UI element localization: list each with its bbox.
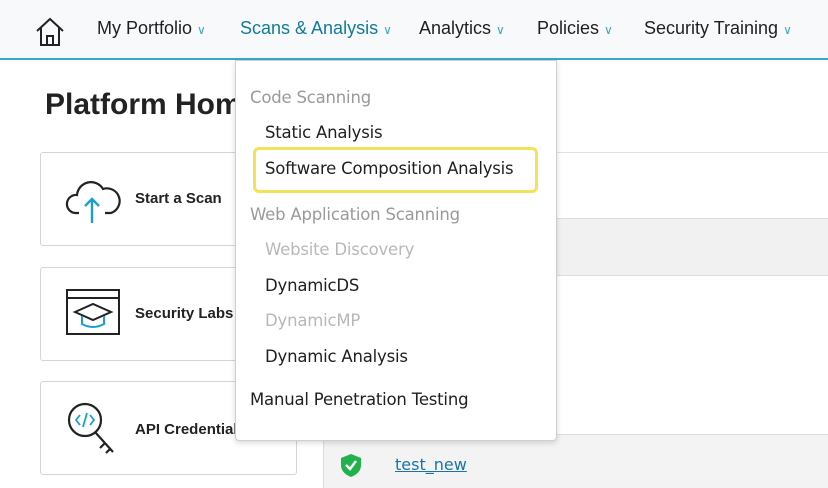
app-link[interactable]: test_new — [395, 455, 467, 474]
menu-item-manual-penetration-testing[interactable]: Manual Penetration Testing — [250, 390, 469, 409]
menu-item-dynamic-analysis[interactable]: Dynamic Analysis — [265, 347, 408, 366]
table-row: test_new — [324, 434, 828, 488]
nav-security-training[interactable]: Security Training ∨ — [644, 18, 792, 39]
chevron-down-icon: ∨ — [604, 23, 613, 37]
key-icon — [67, 402, 114, 454]
nav-policies[interactable]: Policies ∨ — [537, 18, 613, 39]
nav-label: Analytics — [419, 18, 492, 38]
menu-item-static-analysis[interactable]: Static Analysis — [265, 123, 383, 142]
home-icon[interactable] — [34, 16, 66, 48]
nav-scans-analysis[interactable]: Scans & Analysis ∨ — [240, 18, 392, 39]
shield-check-icon — [341, 454, 361, 477]
card-label: API Credentials — [135, 421, 246, 438]
menu-item-dynamicmp: DynamicMP — [265, 311, 361, 330]
chevron-down-icon: ∨ — [383, 23, 392, 37]
card-label: Start a Scan — [135, 190, 222, 207]
nav-label: My Portfolio — [97, 18, 193, 38]
nav-label: Scans & Analysis — [240, 18, 379, 38]
nav-label: Security Training — [644, 18, 779, 38]
chevron-down-icon: ∨ — [783, 23, 792, 37]
menu-item-software-composition-analysis[interactable]: Software Composition Analysis — [265, 159, 514, 178]
nav-label: Policies — [537, 18, 600, 38]
chevron-down-icon: ∨ — [496, 23, 505, 37]
menu-header-code-scanning: Code Scanning — [250, 88, 371, 107]
cloud-upload-icon — [65, 181, 121, 223]
top-nav: My Portfolio ∨ Scans & Analysis ∨ Analytic… — [0, 0, 828, 60]
nav-analytics[interactable]: Analytics ∨ — [419, 18, 505, 39]
card-label: Security Labs — [135, 305, 234, 322]
page-title: Platform Home — [45, 88, 259, 121]
menu-item-dynamicds[interactable]: DynamicDS — [265, 276, 359, 295]
scans-analysis-dropdown: Code Scanning Static Analysis Software C… — [235, 60, 557, 441]
chevron-down-icon: ∨ — [197, 23, 206, 37]
menu-header-web-application-scanning: Web Application Scanning — [250, 205, 460, 224]
menu-item-website-discovery: Website Discovery — [265, 240, 415, 259]
graduation-cap-icon — [66, 289, 120, 335]
nav-my-portfolio[interactable]: My Portfolio ∨ — [97, 18, 206, 39]
